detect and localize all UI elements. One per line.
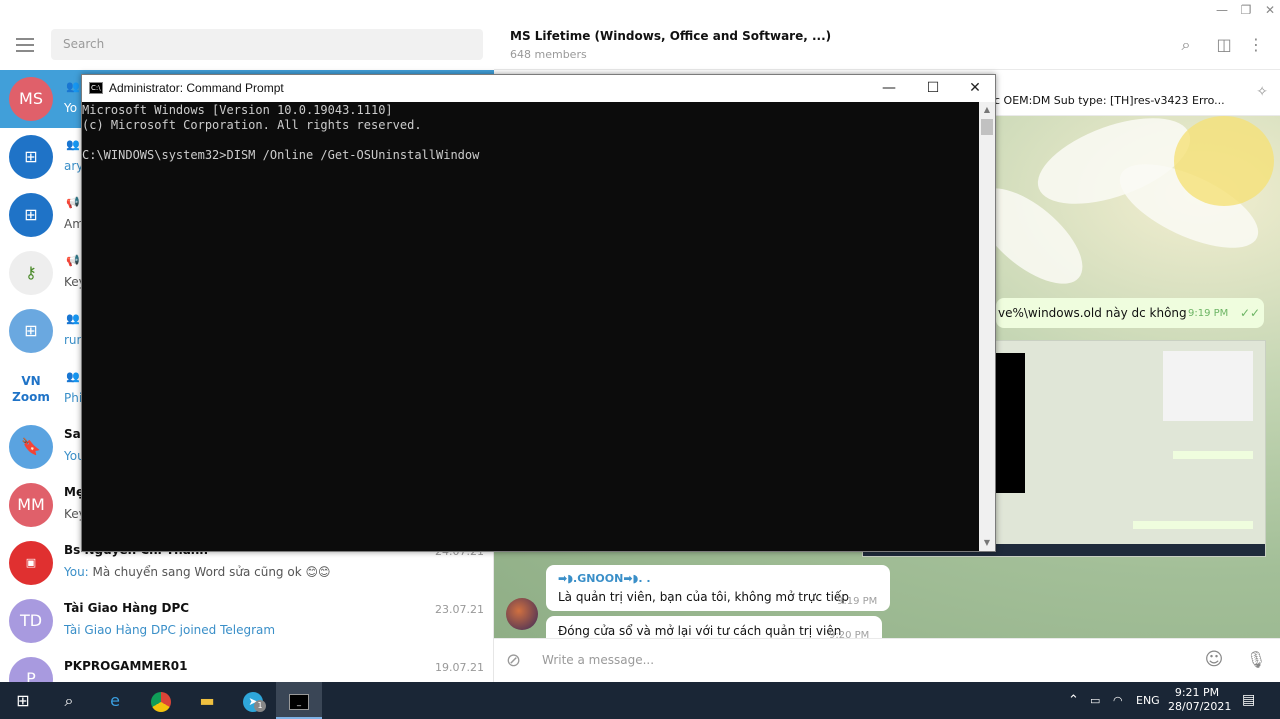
office-avatar: ▣: [9, 541, 53, 585]
console-line: (c) Microsoft Corporation. All rights re…: [82, 118, 422, 132]
emoji-icon[interactable]: ☺: [1204, 650, 1224, 670]
group-icon: 👥: [66, 370, 80, 383]
message-composer: ⊘ Write a message... ☺ 🎙: [494, 638, 1280, 682]
paperclip-icon[interactable]: ⊘: [506, 650, 521, 671]
chat-date: 19.07.21: [435, 661, 484, 674]
windows11-avatar: ⊞: [9, 309, 53, 353]
cmd-title: Administrator: Command Prompt: [109, 81, 284, 95]
scroll-down-icon[interactable]: ▼: [979, 535, 995, 551]
microphone-icon[interactable]: 🎙: [1246, 650, 1266, 670]
group-title[interactable]: MS Lifetime (Windows, Office and Softwar…: [510, 29, 831, 43]
cmd-titlebar[interactable]: C:\ Administrator: Command Prompt — ☐ ✕: [82, 75, 995, 102]
avatar: MS: [9, 77, 53, 121]
chat-preview: You: Mà chuyển sang Word sửa cũng ok 😊😊: [64, 565, 330, 579]
cmd-scrollbar[interactable]: ▲ ▼: [979, 102, 995, 551]
avatar: MM: [9, 483, 53, 527]
battery-icon[interactable]: ▭: [1090, 682, 1100, 719]
avatar: TD: [9, 599, 53, 643]
incoming-message[interactable]: Đóng cửa sổ và mở lại với tư cách quản t…: [546, 616, 882, 638]
chat-preview: Tài Giao Hàng DPC joined Telegram: [64, 623, 276, 637]
command-prompt-window[interactable]: C:\ Administrator: Command Prompt — ☐ ✕ …: [81, 74, 996, 552]
group-icon: 👥: [66, 138, 80, 151]
telegram-icon[interactable]: ➤ 1: [230, 682, 276, 719]
megaphone-icon: 📢: [66, 196, 80, 209]
maximize-button[interactable]: ☐: [911, 75, 955, 102]
windows-logo-avatar: ⊞: [9, 135, 53, 179]
bookmark-icon: 🔖: [9, 425, 53, 469]
message-text: ve%\windows.old này dc không: [998, 306, 1187, 320]
screenshot-window: [1163, 351, 1253, 421]
message-text: Là quản trị viên, bạn của tôi, không mở …: [558, 590, 849, 604]
chat-name: PKPROGAMMER01: [64, 659, 188, 673]
minimize-button[interactable]: —: [867, 75, 911, 102]
wifi-icon[interactable]: ◠: [1113, 682, 1123, 719]
close-button[interactable]: ✕: [953, 75, 997, 102]
clock-time: 9:21 PM: [1174, 686, 1220, 699]
language-indicator[interactable]: ENG: [1136, 682, 1160, 719]
sidebar-toggle-icon[interactable]: ◫: [1214, 35, 1234, 55]
keys-avatar: ⚷: [9, 251, 53, 295]
clock-date: 28/07/2021: [1168, 700, 1232, 713]
conversation-header: MS Lifetime (Windows, Office and Softwar…: [494, 20, 1280, 70]
member-count: 648 members: [510, 48, 587, 61]
message-time: 9:20 PM: [829, 630, 870, 638]
chat-list-header: Search: [0, 20, 494, 70]
you-prefix: You:: [64, 565, 89, 579]
hamburger-menu-icon[interactable]: [16, 38, 34, 52]
cmd-console[interactable]: Microsoft Windows [Version 10.0.19043.11…: [82, 102, 980, 551]
scroll-up-icon[interactable]: ▲: [979, 102, 995, 118]
restore-icon[interactable]: ❐: [1234, 0, 1258, 20]
message-input[interactable]: Write a message...: [542, 653, 654, 667]
incoming-message[interactable]: ➡◗.GNOON➡◗. . Là quản trị viên, bạn của …: [546, 565, 890, 611]
chrome-icon[interactable]: [138, 682, 184, 719]
chat-preview-text: Mà chuyển sang Word sửa cũng ok 😊😊: [88, 565, 331, 579]
minimize-icon[interactable]: —: [1210, 0, 1234, 20]
chat-name: Tài Giao Hàng DPC: [64, 601, 190, 615]
screenshot-bubble: [1173, 451, 1253, 459]
cmd-taskbar-icon[interactable]: _: [276, 682, 322, 719]
chat-date: 23.07.21: [435, 603, 484, 616]
windows-taskbar: ⊞ ⌕ e ▬ ➤ 1 _ ⌃ ▭ ◠ ENG 9:21 PM 28/07/202…: [0, 682, 1280, 719]
sender-avatar[interactable]: [506, 598, 538, 630]
megaphone-icon: 📢: [66, 254, 80, 267]
scroll-thumb[interactable]: [981, 119, 993, 135]
search-icon[interactable]: ⌕: [46, 682, 92, 719]
sender-name[interactable]: ➡◗.GNOON➡◗. .: [558, 572, 651, 585]
cmd-icon: C:\: [89, 82, 103, 94]
group-icon: 👥: [66, 80, 80, 93]
notification-icon[interactable]: ▤: [1242, 682, 1255, 719]
search-icon[interactable]: ⌕: [1176, 35, 1196, 55]
file-explorer-icon[interactable]: ▬: [184, 682, 230, 719]
message-time: 9:19 PM: [837, 596, 878, 607]
double-check-icon: ✓✓: [1240, 306, 1261, 320]
message-time: 9:19 PM: [1188, 308, 1229, 319]
avatar: P: [9, 657, 53, 682]
chat-item[interactable]: TD Tài Giao Hàng DPC 23.07.21 Tài Giao H…: [0, 592, 494, 650]
chevron-up-icon[interactable]: ⌃: [1068, 682, 1079, 719]
pin-icon[interactable]: ✧: [1256, 84, 1268, 100]
console-line: C:\WINDOWS\system32>DISM /Online /Get-OS…: [82, 148, 480, 162]
clock[interactable]: 9:21 PM 28/07/2021: [1168, 682, 1232, 719]
message-text: Đóng cửa sổ và mở lại với tư cách quản t…: [558, 624, 842, 638]
own-message[interactable]: ve%\windows.old này dc không 9:19 PM ✓✓: [996, 298, 1264, 328]
chat-preview: Yo: [64, 101, 78, 115]
start-button[interactable]: ⊞: [0, 682, 46, 719]
more-icon[interactable]: ⋮: [1246, 35, 1266, 55]
group-icon: 👥: [66, 312, 80, 325]
search-input[interactable]: Search: [51, 29, 483, 60]
vnzoom-avatar: VN Zoom: [9, 367, 53, 411]
app-titlebar: — ❐ ✕: [0, 0, 1280, 20]
console-line: Microsoft Windows [Version 10.0.19043.11…: [82, 103, 393, 117]
windows-logo-avatar: ⊞: [9, 193, 53, 237]
chat-preview: Phi: [64, 391, 83, 405]
screenshot-bubble: [1133, 521, 1253, 529]
telegram-badge: 1: [254, 700, 266, 712]
edge-icon[interactable]: e: [92, 682, 138, 719]
close-icon[interactable]: ✕: [1258, 0, 1280, 20]
chat-item[interactable]: P PKPROGAMMER01 19.07.21: [0, 650, 494, 682]
pinned-text: c OEM:DM Sub type: [TH]res-v3423 Erro...: [994, 94, 1225, 107]
